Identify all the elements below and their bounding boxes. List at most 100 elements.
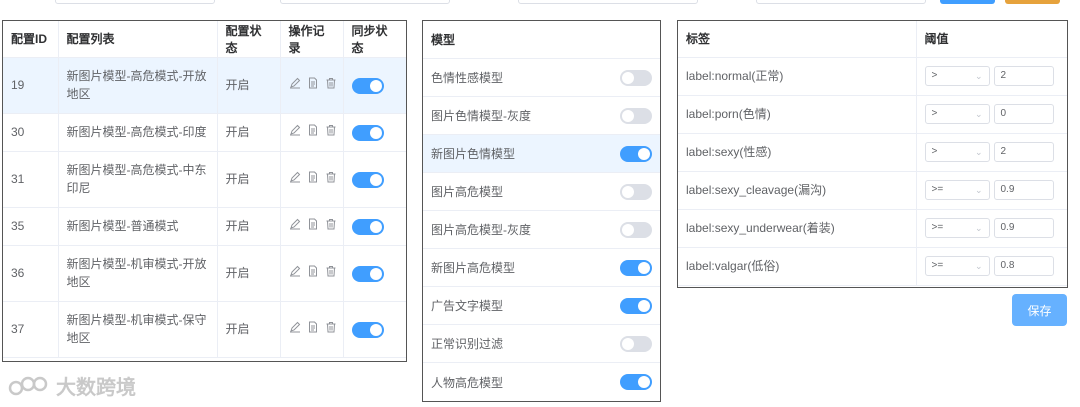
threshold-row: label:valgar(低俗) >= ⌄ 0.8 (678, 247, 1067, 286)
model-list-item: 图片色情模型-灰度 (423, 97, 660, 135)
config-table-row[interactable]: 37 新图片模型-机审模式-保守地区 开启 (3, 301, 406, 358)
config-actions-cell (280, 151, 344, 208)
save-button[interactable]: 保存 (1012, 294, 1067, 326)
config-sync-cell (343, 113, 406, 152)
operator-select[interactable]: >= ⌄ (924, 218, 990, 238)
model-toggle[interactable] (620, 374, 652, 390)
config-sync-cell (343, 245, 406, 302)
edit-icon[interactable] (289, 124, 301, 136)
model-toggle[interactable] (620, 145, 652, 162)
config-actions-cell (280, 207, 344, 246)
filter-input-2[interactable] (280, 0, 450, 4)
model-toggle[interactable] (620, 335, 652, 352)
model-toggle[interactable] (620, 183, 652, 200)
model-label: 图片高危模型 (431, 185, 504, 199)
switch-knob (638, 147, 650, 160)
reset-button[interactable] (1005, 0, 1060, 4)
threshold-row: label:sexy_cleavage(漏沟) >= ⌄ 0.9 (678, 171, 1067, 210)
threshold-label-cell: label:normal(正常) (678, 57, 917, 96)
threshold-input[interactable]: 2 (993, 66, 1054, 86)
sync-toggle[interactable] (351, 77, 384, 94)
config-table-row[interactable]: 31 新图片模型-高危模式-中东印尼 开启 (3, 151, 406, 208)
document-icon[interactable] (307, 124, 319, 136)
chevron-down-icon: ⌄ (974, 147, 983, 157)
operator-select[interactable]: > ⌄ (924, 66, 990, 86)
switch-knob (369, 267, 382, 280)
threshold-row: label:normal(正常) > ⌄ 2 (678, 57, 1067, 96)
trash-icon[interactable] (325, 321, 337, 333)
model-toggle[interactable] (620, 297, 652, 314)
operator-value: >= (931, 184, 944, 195)
model-panel-header: 模型 (423, 21, 660, 59)
model-toggle[interactable] (620, 107, 652, 124)
sync-toggle[interactable] (351, 124, 384, 141)
trash-icon[interactable] (325, 265, 337, 277)
config-table: 配置ID 配置列表 配置状态 操作记录 同步状态 19 新图片模型-高危模式-开放… (3, 21, 406, 358)
document-icon[interactable] (307, 218, 319, 230)
model-label: 广告文字模型 (431, 299, 504, 313)
filter-input-3[interactable] (518, 0, 698, 4)
trash-icon[interactable] (325, 171, 337, 183)
operator-select[interactable]: > ⌄ (924, 104, 990, 124)
config-status-cell: 开启 (217, 207, 281, 246)
edit-icon[interactable] (289, 265, 301, 277)
filter-input-1[interactable] (55, 0, 215, 4)
document-icon[interactable] (307, 171, 319, 183)
filter-input-4[interactable] (756, 0, 926, 4)
model-toggle[interactable] (620, 69, 652, 86)
edit-icon[interactable] (289, 218, 301, 230)
watermark: 大数跨境 (8, 371, 136, 400)
threshold-input[interactable]: 0.9 (993, 180, 1054, 200)
trash-icon[interactable] (325, 124, 337, 136)
sync-toggle[interactable] (351, 171, 384, 188)
config-status-cell: 开启 (217, 57, 281, 114)
switch-knob (369, 79, 382, 92)
switch-knob (369, 126, 382, 139)
document-icon[interactable] (307, 77, 319, 89)
config-status-cell: 开启 (217, 113, 281, 152)
config-name-cell: 新图片模型-高危模式-印度 (58, 113, 218, 152)
config-status-cell: 开启 (217, 151, 281, 208)
search-button[interactable] (940, 0, 995, 4)
document-icon[interactable] (307, 321, 319, 333)
model-toggle[interactable] (620, 259, 652, 276)
chevron-down-icon: ⌄ (974, 261, 983, 271)
config-actions-cell (280, 301, 344, 358)
operator-select[interactable]: >= ⌄ (924, 256, 990, 276)
sync-toggle[interactable] (351, 218, 384, 235)
config-table-row[interactable]: 19 新图片模型-高危模式-开放地区 开启 (3, 57, 406, 114)
top-filter-bar (0, 0, 1080, 6)
threshold-row: label:sexy_underwear(着装) >= ⌄ 0.9 (678, 209, 1067, 248)
operator-select[interactable]: >= ⌄ (924, 180, 990, 200)
threshold-value-cell: >= ⌄ 0.9 (916, 209, 1067, 248)
threshold-input[interactable]: 2 (993, 142, 1054, 162)
edit-icon[interactable] (289, 321, 301, 333)
threshold-label-cell: label:sexy_cleavage(漏沟) (678, 171, 917, 210)
threshold-input[interactable]: 0 (993, 104, 1054, 124)
config-table-panel: 配置ID 配置列表 配置状态 操作记录 同步状态 19 新图片模型-高危模式-开放… (2, 20, 407, 362)
col-header-sync: 同步状态 (343, 21, 406, 58)
config-sync-cell (343, 57, 406, 114)
threshold-input[interactable]: 0.9 (993, 218, 1054, 238)
trash-icon[interactable] (325, 77, 337, 89)
document-icon[interactable] (307, 265, 319, 277)
model-list-item: 广告文字模型 (423, 287, 660, 325)
chevron-down-icon: ⌄ (974, 71, 983, 81)
model-list-item: 图片高危模型 (423, 173, 660, 211)
sync-toggle[interactable] (351, 265, 384, 282)
switch-knob (622, 337, 634, 350)
trash-icon[interactable] (325, 218, 337, 230)
config-table-row[interactable]: 30 新图片模型-高危模式-印度 开启 (3, 113, 406, 152)
threshold-input[interactable]: 0.8 (993, 256, 1054, 276)
switch-knob (638, 376, 650, 388)
config-table-row[interactable]: 36 新图片模型-机审模式-开放地区 开启 (3, 245, 406, 302)
sync-toggle[interactable] (351, 321, 384, 338)
watermark-text: 大数跨境 (56, 377, 136, 399)
model-toggle[interactable] (620, 221, 652, 238)
edit-icon[interactable] (289, 77, 301, 89)
model-label: 色情性感模型 (431, 71, 504, 85)
operator-select[interactable]: > ⌄ (924, 142, 990, 162)
model-list-item: 色情性感模型 (423, 59, 660, 97)
config-table-row[interactable]: 35 新图片模型-普通模式 开启 (3, 207, 406, 246)
edit-icon[interactable] (289, 171, 301, 183)
